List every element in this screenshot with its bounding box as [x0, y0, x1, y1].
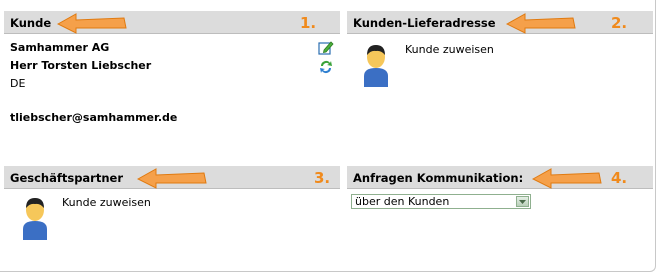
communication-select[interactable]: über den Kunden	[351, 194, 531, 209]
user-icon[interactable]	[361, 43, 391, 87]
panel-kunde: Kunde 1. Samhammer AG Herr Torsten Liebs…	[4, 11, 340, 141]
panel-lieferadresse-number: 2.	[611, 14, 628, 32]
panel-kunde-header: Kunde	[4, 11, 340, 34]
panel-lieferadresse: Kunden-Lieferadresse 2. Kunde zuweisen	[347, 11, 653, 141]
panel-geschaeftspartner: Geschäftspartner 3. Kunde zuweisen	[4, 166, 340, 246]
communication-select-value: über den Kunden	[355, 195, 450, 208]
panel-geschaeftspartner-number: 3.	[314, 169, 331, 187]
assign-customer-link[interactable]: Kunde zuweisen	[405, 43, 494, 56]
panel-kunde-number: 1.	[300, 14, 317, 32]
country-code: DE	[10, 77, 26, 90]
panel-kunde-title: Kunde	[10, 16, 52, 30]
panel-lieferadresse-header: Kunden-Lieferadresse	[347, 11, 653, 34]
panel-kommunikation-header: Anfragen Kommunikation:	[347, 166, 653, 189]
assign-customer-link[interactable]: Kunde zuweisen	[62, 196, 151, 209]
email-address: tliebscher@samhammer.de	[10, 111, 178, 124]
panel-kommunikation-title: Anfragen Kommunikation:	[353, 171, 524, 185]
orange-arrow-icon	[136, 168, 207, 189]
panel-kommunikation: Anfragen Kommunikation: 4. über den Kund…	[347, 166, 653, 246]
company-name: Samhammer AG	[10, 41, 110, 54]
chevron-down-icon[interactable]	[516, 196, 529, 207]
panel-lieferadresse-title: Kunden-Lieferadresse	[353, 16, 496, 30]
panel-kommunikation-number: 4.	[611, 169, 628, 187]
orange-arrow-icon	[531, 168, 602, 189]
panel-geschaeftspartner-title: Geschäftspartner	[10, 171, 124, 185]
contact-name: Herr Torsten Liebscher	[10, 59, 152, 72]
orange-arrow-icon	[505, 13, 576, 34]
orange-arrow-icon	[56, 13, 127, 34]
edit-icon[interactable]	[318, 40, 334, 56]
refresh-icon[interactable]	[318, 59, 334, 75]
user-icon[interactable]	[20, 196, 50, 240]
